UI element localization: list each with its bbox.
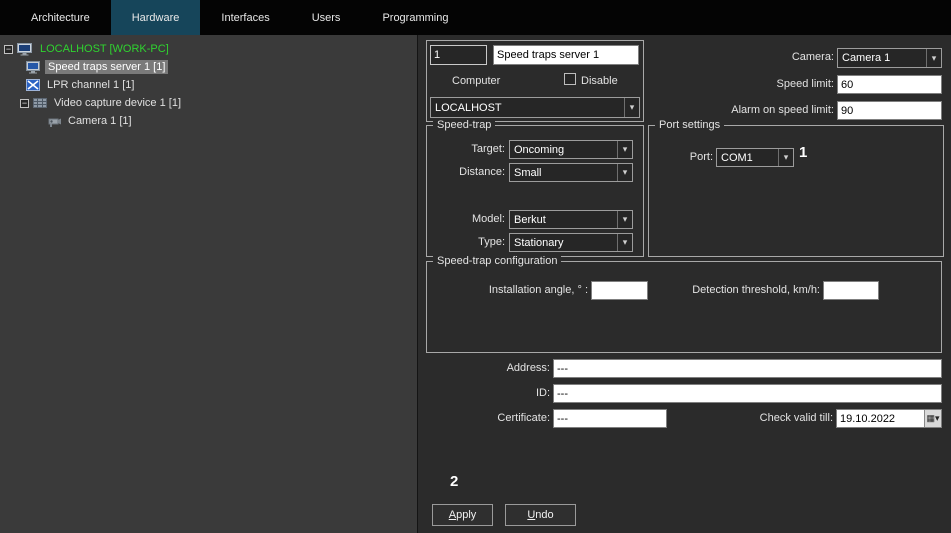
- apply-button[interactable]: Apply: [432, 504, 493, 526]
- chevron-down-icon: ▾: [617, 164, 632, 181]
- certificate-field[interactable]: [553, 409, 667, 428]
- object-id-field[interactable]: [430, 45, 487, 65]
- tree-label-lpr-channel[interactable]: LPR channel 1 [1]: [44, 78, 137, 92]
- check-valid-till-value: 19.10.2022: [837, 410, 924, 427]
- distance-select-value: Small: [510, 167, 617, 179]
- installation-angle-label: Installation angle, ° :: [467, 284, 588, 296]
- lpr-channel-icon: [26, 79, 40, 91]
- distance-select[interactable]: Small ▾: [509, 163, 633, 182]
- chevron-down-icon: ▾: [926, 49, 941, 67]
- tree-label-camera[interactable]: Camera 1 [1]: [65, 114, 135, 128]
- tab-interfaces[interactable]: Interfaces: [200, 0, 290, 35]
- check-valid-till-datepicker[interactable]: 19.10.2022 ▦▾: [836, 409, 942, 428]
- tree-label-localhost[interactable]: LOCALHOST [WORK-PC]: [37, 42, 172, 56]
- tab-bar: Architecture Hardware Interfaces Users P…: [0, 0, 951, 35]
- type-select[interactable]: Stationary ▾: [509, 233, 633, 252]
- camera-icon: [46, 116, 61, 127]
- model-label: Model:: [427, 213, 505, 225]
- distance-label: Distance:: [427, 166, 505, 178]
- tree-row-video-capture-device[interactable]: − Video capture device 1 [1]: [0, 94, 417, 112]
- calendar-dropdown-icon[interactable]: ▦▾: [924, 410, 941, 427]
- settings-panel: Computer Disable LOCALHOST ▾ Camera: Cam…: [417, 35, 951, 533]
- model-select-value: Berkut: [510, 214, 617, 226]
- object-name-field[interactable]: [493, 45, 639, 65]
- target-label: Target:: [427, 143, 505, 155]
- tree-row-camera[interactable]: Camera 1 [1]: [0, 112, 417, 130]
- chevron-down-icon: ▾: [778, 149, 793, 166]
- annotation-2: 2: [450, 473, 458, 490]
- port-select[interactable]: COM1 ▾: [716, 148, 794, 167]
- port-label: Port:: [649, 151, 713, 163]
- tree-label-video-capture-device[interactable]: Video capture device 1 [1]: [51, 96, 184, 110]
- port-settings-group-title: Port settings: [655, 119, 724, 131]
- speed-limit-field[interactable]: [837, 75, 942, 94]
- tab-users[interactable]: Users: [291, 0, 362, 35]
- chevron-down-icon: ▾: [617, 141, 632, 158]
- alarm-speed-limit-field[interactable]: [837, 101, 942, 120]
- chevron-down-icon: ▾: [617, 211, 632, 228]
- computer-select[interactable]: LOCALHOST ▾: [430, 97, 640, 118]
- speed-trap-configuration-group: Speed-trap configuration Installation an…: [426, 261, 942, 353]
- tree-label-speed-traps-server[interactable]: Speed traps server 1 [1]: [45, 60, 168, 74]
- computer-icon: [17, 43, 33, 56]
- tree-row-speed-traps-server[interactable]: Speed traps server 1 [1]: [0, 58, 417, 76]
- address-label: Address:: [468, 362, 550, 374]
- camera-select-value: Camera 1: [838, 52, 926, 64]
- undo-button[interactable]: Undo: [505, 504, 576, 526]
- chevron-down-icon: ▾: [617, 234, 632, 251]
- camera-label: Camera:: [718, 51, 834, 63]
- annotation-1: 1: [799, 144, 807, 161]
- address-field[interactable]: [553, 359, 942, 378]
- disable-checkbox[interactable]: [564, 73, 576, 85]
- collapse-icon[interactable]: −: [20, 99, 29, 108]
- computer-select-value: LOCALHOST: [431, 102, 624, 114]
- target-select[interactable]: Oncoming ▾: [509, 140, 633, 159]
- device-tree: − LOCALHOST [WORK-PC] Speed traps server…: [0, 35, 417, 533]
- alarm-speed-limit-label: Alarm on speed limit:: [668, 104, 834, 116]
- chevron-down-icon: ▾: [624, 98, 639, 117]
- certificate-label: Certificate:: [448, 412, 550, 424]
- identity-box: Computer Disable LOCALHOST ▾: [426, 40, 644, 122]
- speed-trap-group: Speed-trap Target: Oncoming ▾ Distance: …: [426, 125, 644, 257]
- tab-architecture[interactable]: Architecture: [10, 0, 111, 35]
- video-capture-device-icon: [33, 97, 47, 109]
- camera-select[interactable]: Camera 1 ▾: [837, 48, 942, 68]
- tree-row-lpr-channel[interactable]: LPR channel 1 [1]: [0, 76, 417, 94]
- model-select[interactable]: Berkut ▾: [509, 210, 633, 229]
- tree-row-localhost[interactable]: − LOCALHOST [WORK-PC]: [0, 40, 417, 58]
- collapse-icon[interactable]: −: [4, 45, 13, 54]
- detection-threshold-field[interactable]: [823, 281, 879, 300]
- tab-hardware[interactable]: Hardware: [111, 0, 201, 35]
- id-field[interactable]: [553, 384, 942, 403]
- target-select-value: Oncoming: [510, 144, 617, 156]
- installation-angle-field[interactable]: [591, 281, 648, 300]
- speed-trap-group-title: Speed-trap: [433, 119, 495, 131]
- type-select-value: Stationary: [510, 237, 617, 249]
- type-label: Type:: [427, 236, 505, 248]
- check-valid-till-label: Check valid till:: [718, 412, 833, 424]
- port-select-value: COM1: [717, 152, 778, 164]
- detection-threshold-label: Detection threshold, km/h:: [667, 284, 820, 296]
- id-label: ID:: [468, 387, 550, 399]
- tab-programming[interactable]: Programming: [361, 0, 469, 35]
- disable-label: Disable: [581, 75, 618, 87]
- speed-trap-configuration-title: Speed-trap configuration: [433, 255, 561, 267]
- computer-label: Computer: [452, 75, 500, 87]
- monitor-icon: [26, 61, 41, 74]
- speed-limit-label: Speed limit:: [698, 78, 834, 90]
- port-settings-group: Port settings Port: COM1 ▾ 1: [648, 125, 944, 257]
